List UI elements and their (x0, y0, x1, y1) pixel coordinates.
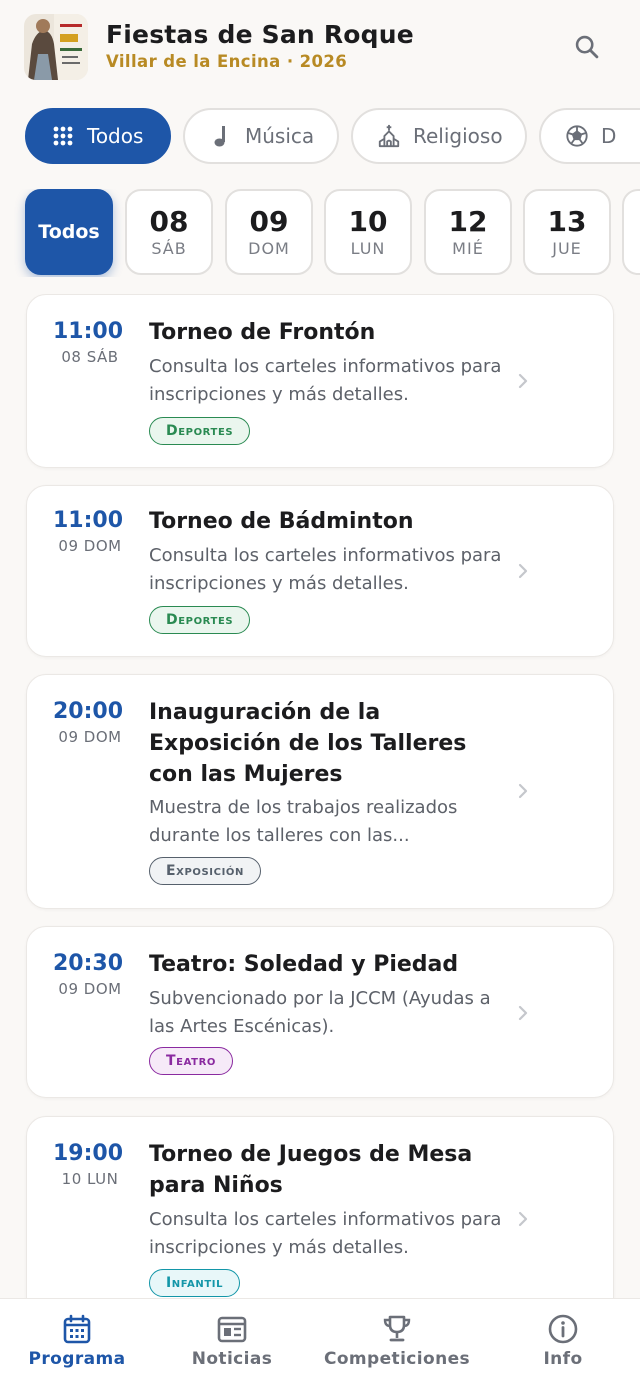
event-category-tag: Exposición (149, 857, 261, 885)
date-weekday: LUN (350, 238, 386, 258)
event-time: 20:30 (52, 951, 124, 976)
nav-tab-info[interactable]: Info (518, 1299, 608, 1386)
event-description: Consulta los carteles informativos para … (149, 1209, 502, 1258)
event-card[interactable]: 11:00 08 SÁB Torneo de Frontón Consulta … (26, 294, 614, 468)
category-chip-label: Religioso (413, 124, 503, 148)
soccer-ball-icon (565, 124, 589, 148)
nav-tab-label: Info (543, 1349, 583, 1369)
date-number: 13 (547, 204, 587, 238)
event-card[interactable]: 11:00 09 DOM Torneo de Bádminton Consult… (26, 485, 614, 657)
event-title: Inauguración de la Exposición de los Tal… (149, 700, 467, 787)
search-icon (575, 35, 599, 59)
bottom-navigation: Programa Noticias Competiciones Info (0, 1298, 640, 1386)
event-time: 19:00 (52, 1141, 124, 1166)
event-title: Torneo de Frontón (149, 320, 376, 345)
festival-poster-logo (24, 14, 88, 80)
event-time: 11:00 (52, 319, 124, 344)
nav-tab-label: Competiciones (323, 1349, 471, 1369)
date-number: 08 (149, 204, 189, 238)
event-time: 20:00 (52, 699, 124, 724)
calendar-icon (63, 1314, 91, 1344)
nav-tab-noticias[interactable]: Noticias (177, 1299, 287, 1386)
event-day: 08 SÁB (61, 348, 119, 366)
app-subtitle: Villar de la Encina · 2026 (106, 52, 348, 71)
date-weekday: JUE (552, 238, 582, 258)
date-chip-todos[interactable]: Todos (25, 189, 113, 275)
category-chip-musica[interactable]: Música (183, 108, 339, 164)
event-day: 09 DOM (58, 537, 122, 555)
date-weekday: SÁB (151, 238, 187, 258)
event-day: 10 LUN (61, 1170, 119, 1188)
event-description: Consulta los carteles informativos para … (149, 356, 502, 405)
category-chip-religioso[interactable]: Religioso (351, 108, 527, 164)
event-description: Subvencionado por la JCCM (Ayudas a las … (149, 988, 491, 1037)
event-description: Consulta los carteles informativos para … (149, 545, 502, 594)
info-icon (548, 1314, 578, 1344)
date-chip-partial[interactable] (622, 189, 640, 275)
date-filter-row: Todos 08 SÁB 09 DOM 10 LUN 12 MIÉ 13 JUE (0, 189, 640, 277)
event-category-tag: Deportes (149, 606, 251, 634)
event-description: Muestra de los trabajos realizados duran… (149, 797, 458, 846)
grid-icon (51, 124, 75, 148)
date-chip-label: Todos (38, 221, 100, 243)
date-number: 09 (249, 204, 289, 238)
date-weekday: MIÉ (452, 238, 484, 258)
date-chip-12[interactable]: 12 MIÉ (424, 189, 512, 275)
date-chip-08[interactable]: 08 SÁB (125, 189, 213, 275)
event-title: Torneo de Bádminton (149, 509, 414, 534)
chevron-right-icon (518, 373, 528, 389)
event-category-tag: Deportes (149, 417, 251, 445)
newspaper-icon (217, 1316, 247, 1343)
event-title: Torneo de Juegos de Mesa para Niños (149, 1142, 473, 1198)
date-chip-13[interactable]: 13 JUE (523, 189, 611, 275)
event-day: 09 DOM (58, 980, 122, 998)
music-note-icon (209, 124, 233, 148)
date-chip-09[interactable]: 09 DOM (225, 189, 313, 275)
category-chip-label: D (601, 124, 617, 148)
category-chip-todos[interactable]: Todos (25, 108, 171, 164)
date-weekday: DOM (248, 238, 290, 258)
category-chip-label: Música (245, 124, 315, 148)
event-day: 09 DOM (58, 728, 122, 746)
event-card[interactable]: 20:00 09 DOM Inauguración de la Exposici… (26, 674, 614, 909)
event-category-tag: Infantil (149, 1269, 241, 1297)
date-number: 12 (448, 204, 488, 238)
event-list: 11:00 08 SÁB Torneo de Frontón Consulta … (0, 294, 640, 1298)
app-header: Fiestas de San Roque Villar de la Encina… (0, 0, 640, 100)
date-number: 10 (348, 204, 388, 238)
chevron-right-icon (518, 783, 528, 799)
search-button[interactable] (568, 28, 606, 66)
event-card[interactable]: 20:30 09 DOM Teatro: Soledad y Piedad Su… (26, 926, 614, 1098)
category-chip-label: Todos (87, 124, 144, 148)
category-chip-deportes[interactable]: D (539, 108, 640, 164)
chevron-right-icon (518, 1211, 528, 1227)
nav-tab-label: Noticias (191, 1349, 273, 1369)
trophy-icon (383, 1315, 411, 1342)
chevron-right-icon (518, 563, 528, 579)
date-chip-10[interactable]: 10 LUN (324, 189, 412, 275)
chevron-right-icon (518, 1005, 528, 1021)
event-card[interactable]: 19:00 10 LUN Torneo de Juegos de Mesa pa… (26, 1116, 614, 1298)
category-filter-row: Todos Música Religioso D (0, 108, 640, 166)
nav-tab-programa[interactable]: Programa (22, 1299, 132, 1386)
event-time: 11:00 (52, 508, 124, 533)
event-category-tag: Teatro (149, 1047, 233, 1075)
nav-tab-competiciones[interactable]: Competiciones (322, 1299, 472, 1386)
church-icon (377, 124, 401, 148)
event-title: Teatro: Soledad y Piedad (149, 952, 459, 977)
nav-tab-label: Programa (28, 1349, 126, 1369)
app-title: Fiestas de San Roque (106, 20, 414, 49)
